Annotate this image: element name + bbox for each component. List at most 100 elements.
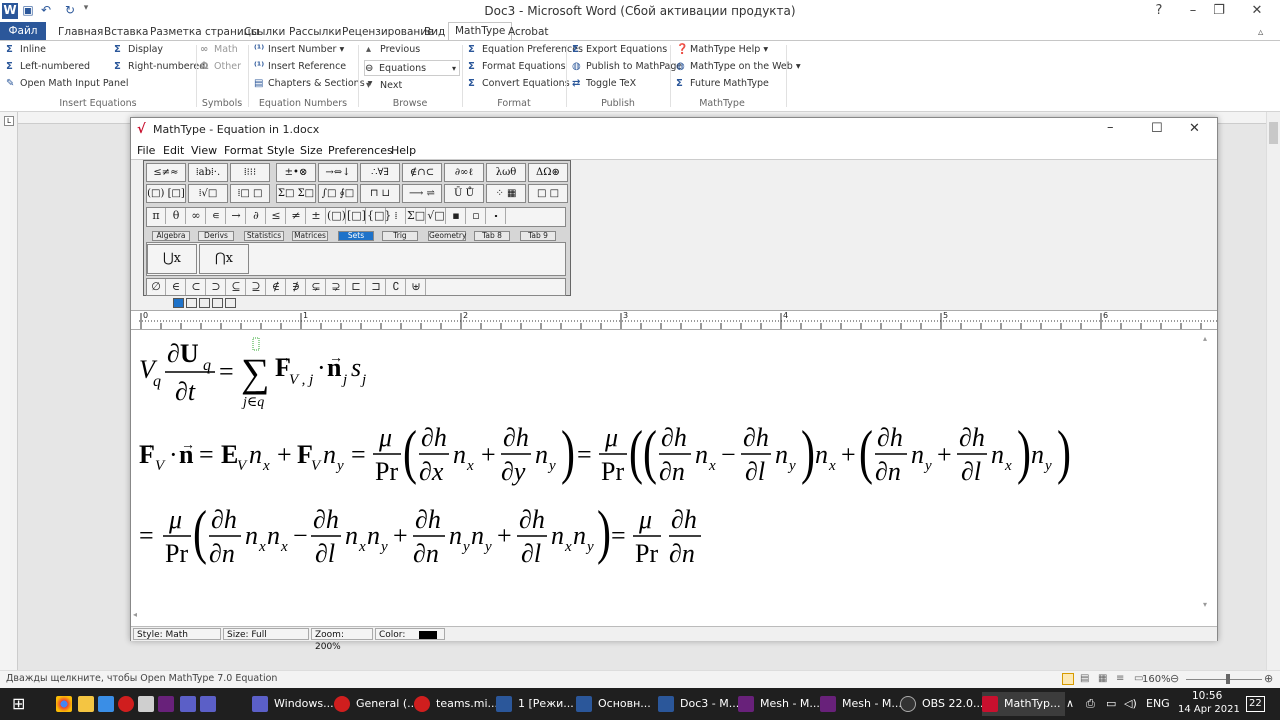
palette-matrices[interactable]: ⁘ ▦	[486, 184, 526, 203]
teams-icon[interactable]	[180, 692, 202, 716]
palette-symbol-13[interactable]: Σ□	[407, 208, 426, 224]
status-style[interactable]: Style: Math	[133, 628, 221, 640]
palette-symbol-5[interactable]: ∂	[247, 208, 266, 224]
left-numbered-button[interactable]: Σ Left-numbered	[6, 59, 90, 75]
zoom-out-button[interactable]: ⊖	[1170, 672, 1179, 685]
tab-sets[interactable]: Sets	[338, 231, 374, 241]
palette-products[interactable]: Ū Ů	[444, 184, 484, 203]
export-equations-button[interactable]: Σ Export Equations	[572, 42, 667, 58]
union-template[interactable]: ⋃x	[147, 244, 197, 274]
inline-button[interactable]: Σ Inline	[6, 42, 46, 58]
palette-symbol-7[interactable]: ≠	[287, 208, 306, 224]
scroll-up-icon[interactable]: ▴	[1203, 334, 1207, 343]
taskbar-item-windows[interactable]: Windows...	[252, 692, 334, 716]
tab-derivs[interactable]: Derivs	[198, 231, 234, 241]
palette-fractions[interactable]: ⁞√□	[188, 184, 228, 203]
sets-symbol-4[interactable]: ⊆	[227, 279, 246, 295]
palette-symbol-0[interactable]: π	[147, 208, 166, 224]
status-size[interactable]: Size: Full	[223, 628, 309, 640]
taskbar-item-teams[interactable]: teams.mi...	[414, 692, 498, 716]
tab-file[interactable]: Файл	[0, 22, 46, 40]
right-numbered-button[interactable]: Σ Right-numbered	[114, 59, 205, 75]
toggle-tex-button[interactable]: ⇄ Toggle TeX	[572, 76, 636, 92]
sets-symbol-2[interactable]: ⊂	[187, 279, 206, 295]
palette-relations[interactable]: ≤≠≈	[146, 163, 186, 182]
intersection-template[interactable]: ⋂x	[199, 244, 249, 274]
sets-symbol-7[interactable]: ∌	[287, 279, 306, 295]
taskbar-item-mesh1[interactable]: Mesh - M...	[738, 692, 820, 716]
sets-symbol-13[interactable]: ⊎	[407, 279, 426, 295]
tab-statistics[interactable]: Statistics	[244, 231, 284, 241]
browse-type-select[interactable]: ⊖ Equations ▾	[364, 60, 460, 76]
outline-icon[interactable]: ≡	[1116, 673, 1124, 684]
scroll-thumb[interactable]	[1269, 122, 1278, 144]
opera-icon[interactable]	[118, 692, 140, 716]
sets-symbol-0[interactable]: ∅	[147, 279, 166, 295]
palette-greek-lower[interactable]: λωθ	[486, 163, 526, 182]
palette-arrows[interactable]: →⇔↓	[318, 163, 358, 182]
palette-bars[interactable]: ⊓ ⊔	[360, 184, 400, 203]
convert-equations-button[interactable]: Σ Convert Equations	[468, 76, 570, 92]
palette-symbol-12[interactable]: ⁞	[387, 208, 406, 224]
sets-symbol-9[interactable]: ⊋	[327, 279, 346, 295]
mathtype-help-button[interactable]: ❓ MathType Help ▾	[676, 42, 768, 58]
network-icon[interactable]: ⎙	[1086, 692, 1095, 716]
insert-number-button[interactable]: ⁽¹⁾ Insert Number ▾	[254, 42, 344, 58]
tab-algebra[interactable]: Algebra	[152, 231, 190, 241]
palette-symbol-15[interactable]: ▪	[447, 208, 466, 224]
palette-spaces[interactable]: ⁞ab⁞·.	[188, 163, 228, 182]
palette-symbol-16[interactable]: ▫	[467, 208, 486, 224]
menu-file[interactable]: File	[137, 144, 155, 157]
taskbar-item-doc3[interactable]: Doc3 - M...	[658, 692, 739, 716]
taskbar-item-mesh2[interactable]: Mesh - M...	[820, 692, 902, 716]
insert-reference-button[interactable]: ⁽¹⁾ Insert Reference	[254, 59, 346, 75]
other-symbols-button[interactable]: Ω Other	[200, 59, 241, 75]
palette-scripts[interactable]: ⁞□ □	[230, 184, 270, 203]
zoom-in-button[interactable]: ⊕	[1264, 672, 1273, 685]
zoom-level[interactable]: 160%	[1142, 674, 1171, 685]
format-equations-button[interactable]: Σ Format Equations	[468, 59, 566, 75]
chevron-up-icon[interactable]: ∧	[1066, 692, 1074, 716]
palette-sets[interactable]: ∉∩⊂	[402, 163, 442, 182]
zoom-slider-thumb[interactable]	[1226, 674, 1230, 684]
math-symbols-button[interactable]: ∞ Math	[200, 42, 238, 58]
palette-symbol-17[interactable]: ⬝	[487, 208, 506, 224]
sets-symbol-1[interactable]: ∈	[167, 279, 186, 295]
palette-symbol-1[interactable]: θ	[167, 208, 186, 224]
palette-sums[interactable]: Σ□ Σ□	[276, 184, 316, 203]
previous-button[interactable]: ▴ Previous	[366, 42, 420, 58]
tab-matrices[interactable]: Matrices	[292, 231, 328, 241]
sets-symbol-5[interactable]: ⊇	[247, 279, 266, 295]
palette-fences[interactable]: (□) [□]	[146, 184, 186, 203]
menu-preferences[interactable]: Preferences	[328, 144, 393, 157]
sets-symbol-8[interactable]: ⊊	[307, 279, 326, 295]
menu-help[interactable]: Help	[391, 144, 416, 157]
tab-view[interactable]: Вид	[418, 24, 451, 40]
tab-8[interactable]: Tab 8	[474, 231, 510, 241]
collapse-ribbon-icon[interactable]: ▵	[1252, 24, 1269, 40]
palette-symbol-3[interactable]: ∊	[207, 208, 226, 224]
battery-icon[interactable]: ▭	[1106, 692, 1116, 716]
palette-symbol-2[interactable]: ∞	[187, 208, 206, 224]
desktop-icon[interactable]	[98, 692, 120, 716]
palette-operators[interactable]: ±•⊗	[276, 163, 316, 182]
tab-icon-2[interactable]	[186, 298, 197, 308]
clock-time[interactable]: 10:56	[1192, 689, 1222, 703]
equation-editing-area[interactable]: V q ∂U q ∂t = ∑ j∈q F → V , j · n → j s …	[131, 330, 1217, 626]
tab-9[interactable]: Tab 9	[520, 231, 556, 241]
tab-icon-5[interactable]	[225, 298, 236, 308]
app-icon[interactable]	[138, 692, 160, 716]
chapters-sections-button[interactable]: ▤ Chapters & Sections ▾	[254, 76, 372, 92]
menu-edit[interactable]: Edit	[163, 144, 184, 157]
taskbar-item-word2[interactable]: Основн...	[576, 692, 651, 716]
next-button[interactable]: ▾ Next	[366, 78, 402, 94]
palette-labeled-arrows[interactable]: ⟶ ⇌	[402, 184, 442, 203]
palette-symbol-4[interactable]: →	[227, 208, 246, 224]
palette-embellishments[interactable]: ⁞⁝⁝⁝	[230, 163, 270, 182]
tab-icon-4[interactable]	[212, 298, 223, 308]
app2-icon[interactable]	[200, 692, 222, 716]
print-layout-icon[interactable]	[1062, 673, 1074, 685]
mathtype-ruler[interactable]: 0 1 2 3 4 5 6	[131, 310, 1217, 330]
taskbar-item-word1[interactable]: 1 [Режи...	[496, 692, 574, 716]
open-math-input-panel-button[interactable]: ✎ Open Math Input Panel	[6, 76, 128, 92]
